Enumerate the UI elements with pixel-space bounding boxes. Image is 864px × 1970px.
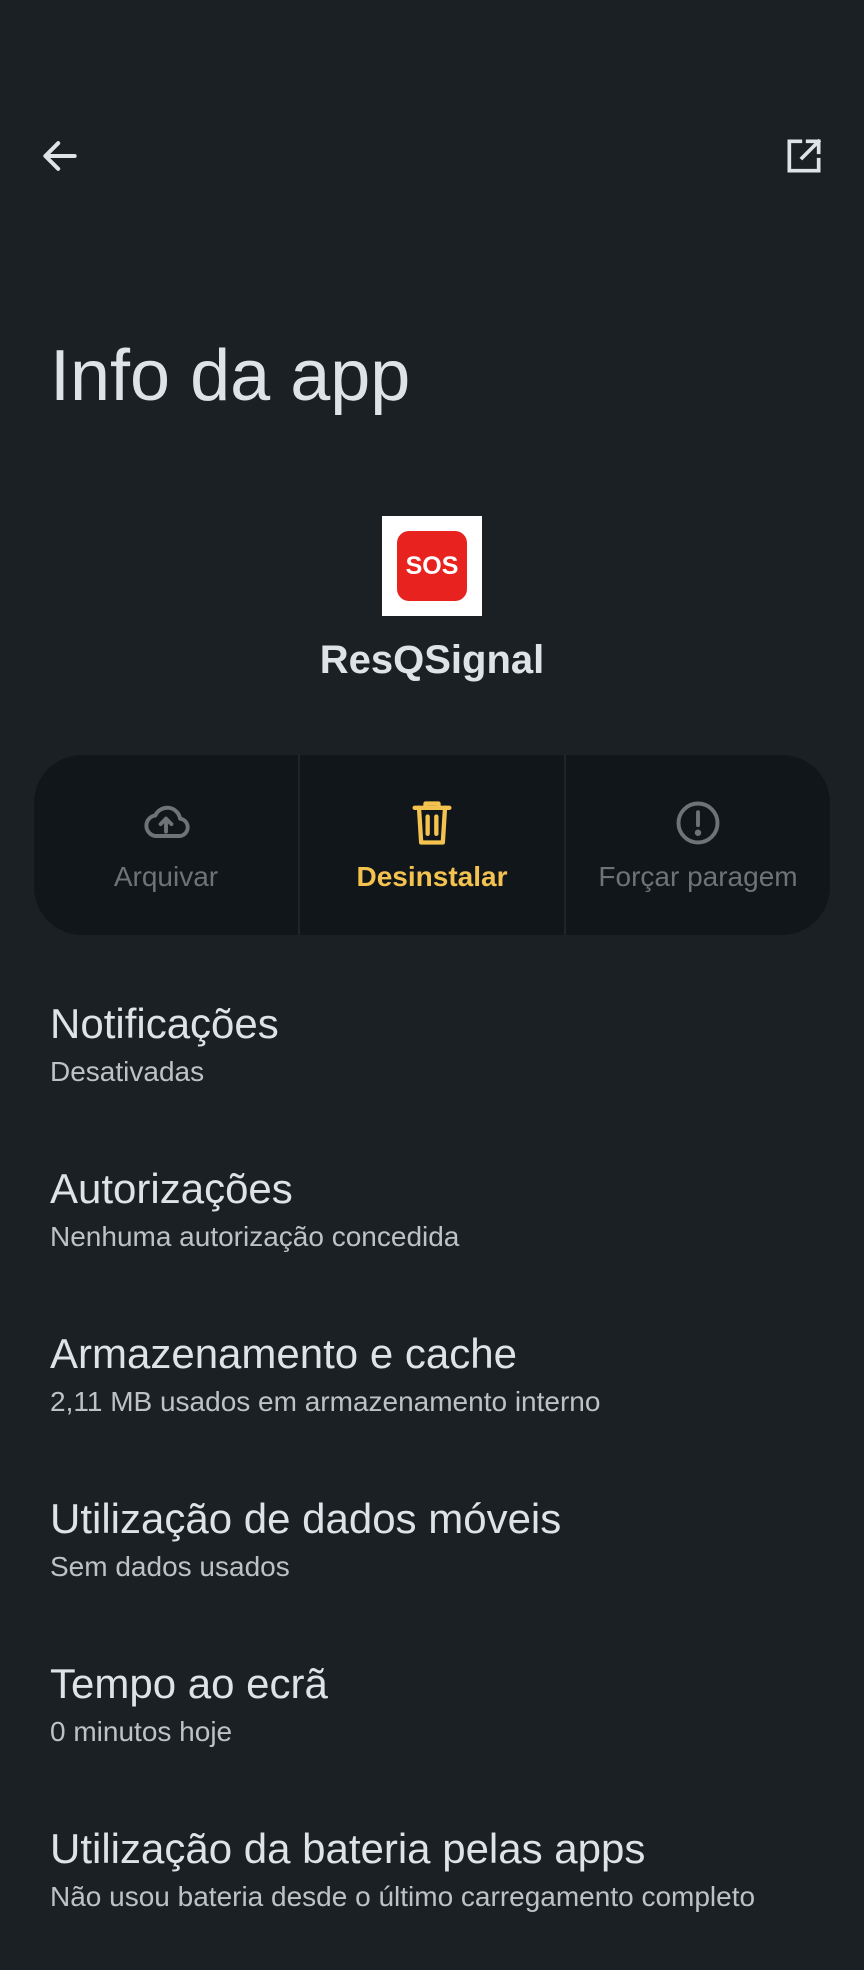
- setting-title: Utilização da bateria pelas apps: [50, 1825, 646, 1872]
- open-app-button[interactable]: [768, 120, 840, 192]
- open-in-new-icon: [787, 138, 822, 173]
- uninstall-label: Desinstalar: [356, 861, 508, 892]
- app-header: SOS ResQSignal: [0, 516, 864, 683]
- setting-title: Autorizações: [50, 1165, 293, 1212]
- cloud-upload-icon: [144, 805, 190, 838]
- setting-subtitle: 2,11 MB usados em armazenamento interno: [50, 1386, 601, 1417]
- notifications-item[interactable]: Notificações Desativadas: [50, 980, 840, 1145]
- force-stop-button[interactable]: Forçar paragem: [564, 755, 830, 935]
- uninstall-button[interactable]: Desinstalar: [298, 755, 564, 935]
- setting-subtitle: Nenhuma autorização concedida: [50, 1221, 460, 1252]
- trash-icon: [412, 801, 452, 845]
- app-icon: SOS: [382, 516, 482, 616]
- app-name: ResQSignal: [319, 638, 545, 682]
- top-app-bar: [0, 120, 864, 192]
- setting-subtitle: 0 minutos hoje: [50, 1716, 233, 1747]
- setting-title: Tempo ao ecrã: [50, 1660, 328, 1707]
- setting-subtitle: Sem dados usados: [50, 1551, 290, 1582]
- permissions-item[interactable]: Autorizações Nenhuma autorização concedi…: [50, 1145, 840, 1310]
- battery-usage-item[interactable]: Utilização da bateria pelas apps Não uso…: [50, 1805, 840, 1970]
- alert-circle-icon: [676, 801, 720, 845]
- page-title: Info da app: [50, 336, 411, 416]
- setting-title: Utilização de dados móveis: [50, 1495, 562, 1542]
- arrow-back-icon: [43, 141, 77, 171]
- storage-cache-item[interactable]: Armazenamento e cache 2,11 MB usados em …: [50, 1310, 840, 1475]
- back-button[interactable]: [24, 120, 96, 192]
- archive-button[interactable]: Arquivar: [34, 755, 298, 935]
- action-buttons: Arquivar Desinstalar Forçar paragem: [34, 755, 830, 935]
- sos-logo: SOS: [397, 531, 467, 601]
- settings-list: Notificações Desativadas Autorizações Ne…: [50, 980, 840, 1970]
- setting-title: Armazenamento e cache: [50, 1330, 517, 1377]
- archive-label: Arquivar: [113, 861, 219, 892]
- setting-subtitle: Desativadas: [50, 1056, 205, 1087]
- force-stop-label: Forçar paragem: [598, 861, 798, 892]
- setting-subtitle: Não usou bateria desde o último carregam…: [50, 1881, 756, 1912]
- screen-time-item[interactable]: Tempo ao ecrã 0 minutos hoje: [50, 1640, 840, 1805]
- mobile-data-item[interactable]: Utilização de dados móveis Sem dados usa…: [50, 1475, 840, 1640]
- setting-title: Notificações: [50, 1000, 279, 1047]
